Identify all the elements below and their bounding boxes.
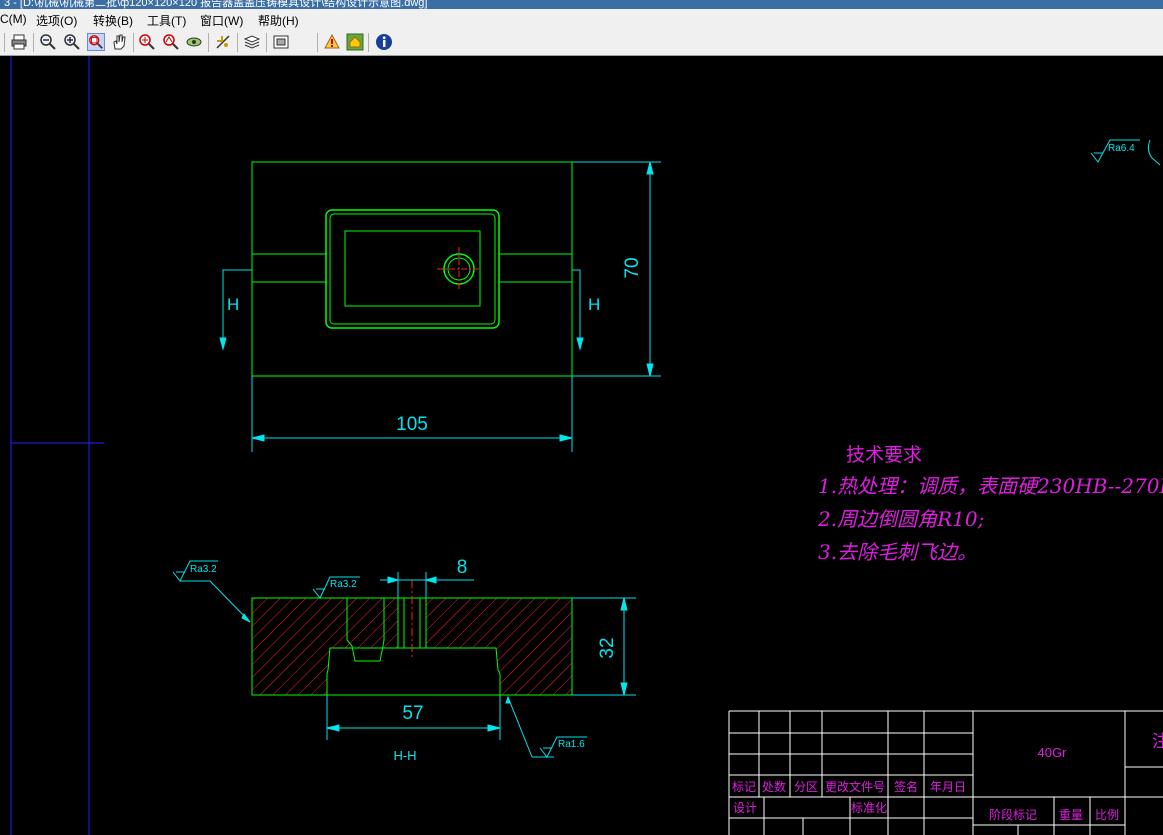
window-title-bar: 3 - [D:\机械\机械第二批\ф120×120×120 报告器盖盖压铸模具设… [0,0,1163,9]
pan-hand-icon[interactable] [110,33,128,51]
section-marker-left-label: H [227,295,239,314]
roughness-top-right-text: Ra6.4 [1108,143,1135,154]
home-icon[interactable] [346,33,364,51]
top-view [251,161,573,377]
tb-header-count: 处数 [762,779,786,794]
zoom-in-icon[interactable] [63,33,81,51]
dim-8-text: 8 [457,557,468,578]
tech-req-line-2: 2.周边倒圆角R10; [817,507,984,531]
section-caption: H-H [393,748,416,763]
tech-req-line-3: 3.去除毛刺飞边。 [818,540,977,564]
frame-icon[interactable] [272,33,290,51]
tb-header-mark: 标记 [732,780,756,794]
menu-item-file[interactable]: C(M) [0,12,27,26]
drawing-canvas[interactable]: H H 70 105 Ra6.4 8 32 57 H-H Ra3.2 Ra3.2… [0,56,1163,835]
zoom-extents-icon[interactable] [138,33,156,51]
tb-row-design: 设计 [733,801,757,815]
cad-drawing: H H 70 105 Ra6.4 8 32 57 H-H Ra3.2 Ra3.2… [10,56,1163,835]
menu-item-convert[interactable]: 转换(B) [93,12,133,29]
tb-header-change-doc: 更改文件号 [825,779,885,794]
view-eye-icon[interactable] [185,33,203,51]
tb-weight: 重量 [1059,808,1083,822]
warning-icon[interactable] [323,33,341,51]
menu-item-tools[interactable]: 工具(T) [147,12,186,29]
tb-stage-mark: 阶段标记 [989,807,1037,822]
dim-57-text: 57 [402,703,423,724]
zoom-out-icon[interactable] [39,33,57,51]
roughness-section-bottom-text: Ra1.6 [558,739,585,750]
tb-row-standard: 标准化 [851,801,887,815]
menu-bar: C(M) 选项(O) 转换(B) 工具(T) 窗口(W) 帮助(H) [0,9,1163,31]
tb-scale: 比例 [1095,808,1119,822]
roughness-section-mid-text: Ra3.2 [330,579,357,590]
zoom-window-icon[interactable] [87,33,105,51]
tb-corner-char: 注 [1152,732,1163,752]
plate-outline [251,161,573,377]
material-text: 40Gr [1038,745,1068,760]
menu-item-window[interactable]: 窗口(W) [200,12,243,29]
cavity-inner [344,230,481,307]
measure-icon[interactable] [214,33,232,51]
roughness-section-left-text: Ra3.2 [190,564,217,575]
tb-header-zone: 分区 [794,780,818,794]
layers-icon[interactable] [243,33,261,51]
dim-70-text: 70 [622,257,643,278]
section-marker-right [572,269,584,351]
tech-req-title: 技术要求 [846,444,922,466]
dim-105-text: 105 [396,414,428,435]
toolbar: BG [0,30,1163,78]
tb-header-date: 年月日 [930,780,966,794]
window-title: 3 - [D:\机械\机械第二批\ф120×120×120 报告器盖盖压铸模具设… [4,0,428,9]
tech-req-line-1: 1.热处理：调质，表面硬230HB--270HB [818,474,1163,498]
zoom-realtime-icon[interactable] [162,33,180,51]
print-icon[interactable] [10,33,28,51]
menu-item-help[interactable]: 帮助(H) [258,12,299,29]
dim-32-text: 32 [597,637,618,658]
dim-70 [572,161,661,377]
menu-item-options[interactable]: 选项(O) [36,12,77,29]
info-icon[interactable] [375,33,393,51]
section-marker-right-label: H [588,295,600,314]
tb-header-sign: 签名 [894,779,918,794]
